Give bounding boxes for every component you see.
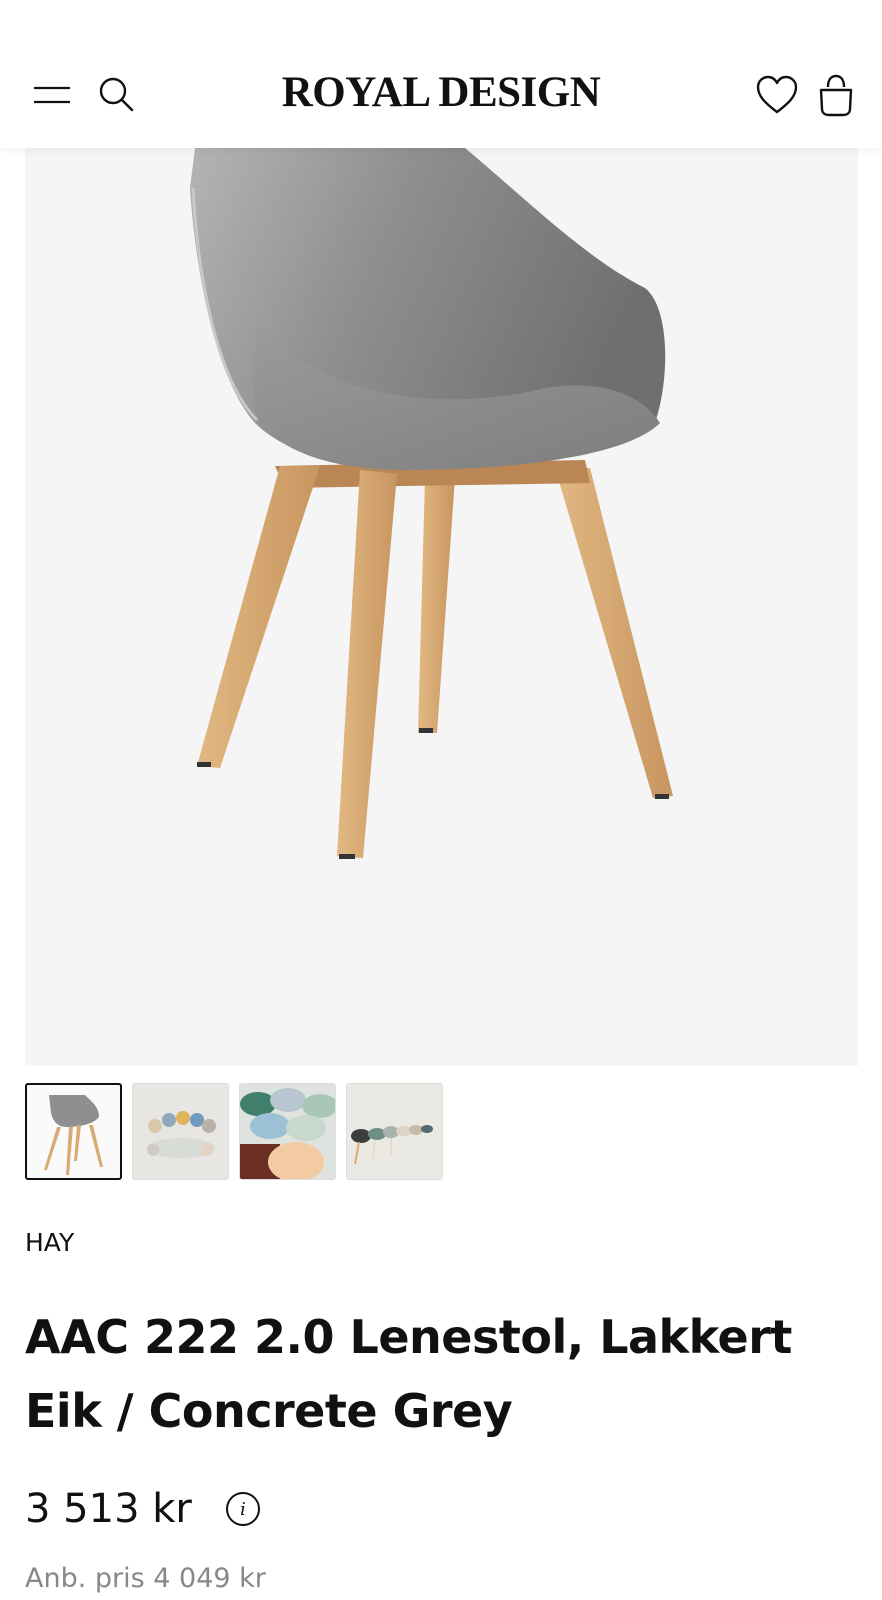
shopping-bag-icon	[819, 74, 853, 117]
recommended-price: Anb. pris 4 049 kr	[25, 1563, 266, 1594]
thumbnail-color-shells-image	[240, 1084, 335, 1179]
thumbnail-4[interactable]	[346, 1083, 443, 1180]
thumbnail-chair-image	[44, 1095, 103, 1175]
heart-icon	[756, 75, 798, 114]
thumbnail-1[interactable]	[25, 1083, 122, 1180]
site-header: ROYAL DESIGN	[0, 0, 882, 148]
price-row: 3 513 kr i	[25, 1486, 260, 1532]
price-info-icon[interactable]: i	[225, 1492, 260, 1526]
thumbnail-chair-row-image	[347, 1084, 442, 1179]
product-title: AAC 222 2.0 Lenestol, Lakkert Eik / Conc…	[25, 1310, 792, 1438]
chair-image	[190, 148, 673, 859]
product-brand-link[interactable]: HAY	[25, 1228, 74, 1257]
thumbnail-3[interactable]	[239, 1083, 336, 1180]
product-price: 3 513 kr	[25, 1486, 192, 1532]
site-logo[interactable]: ROYAL DESIGN	[0, 68, 882, 117]
thumbnail-chairs-circle-image	[133, 1084, 228, 1179]
thumbnail-strip	[25, 1083, 443, 1180]
product-main-image[interactable]	[25, 148, 858, 1066]
thumbnail-2[interactable]	[132, 1083, 229, 1180]
wishlist-button[interactable]	[752, 70, 802, 120]
cart-button[interactable]	[812, 70, 860, 120]
